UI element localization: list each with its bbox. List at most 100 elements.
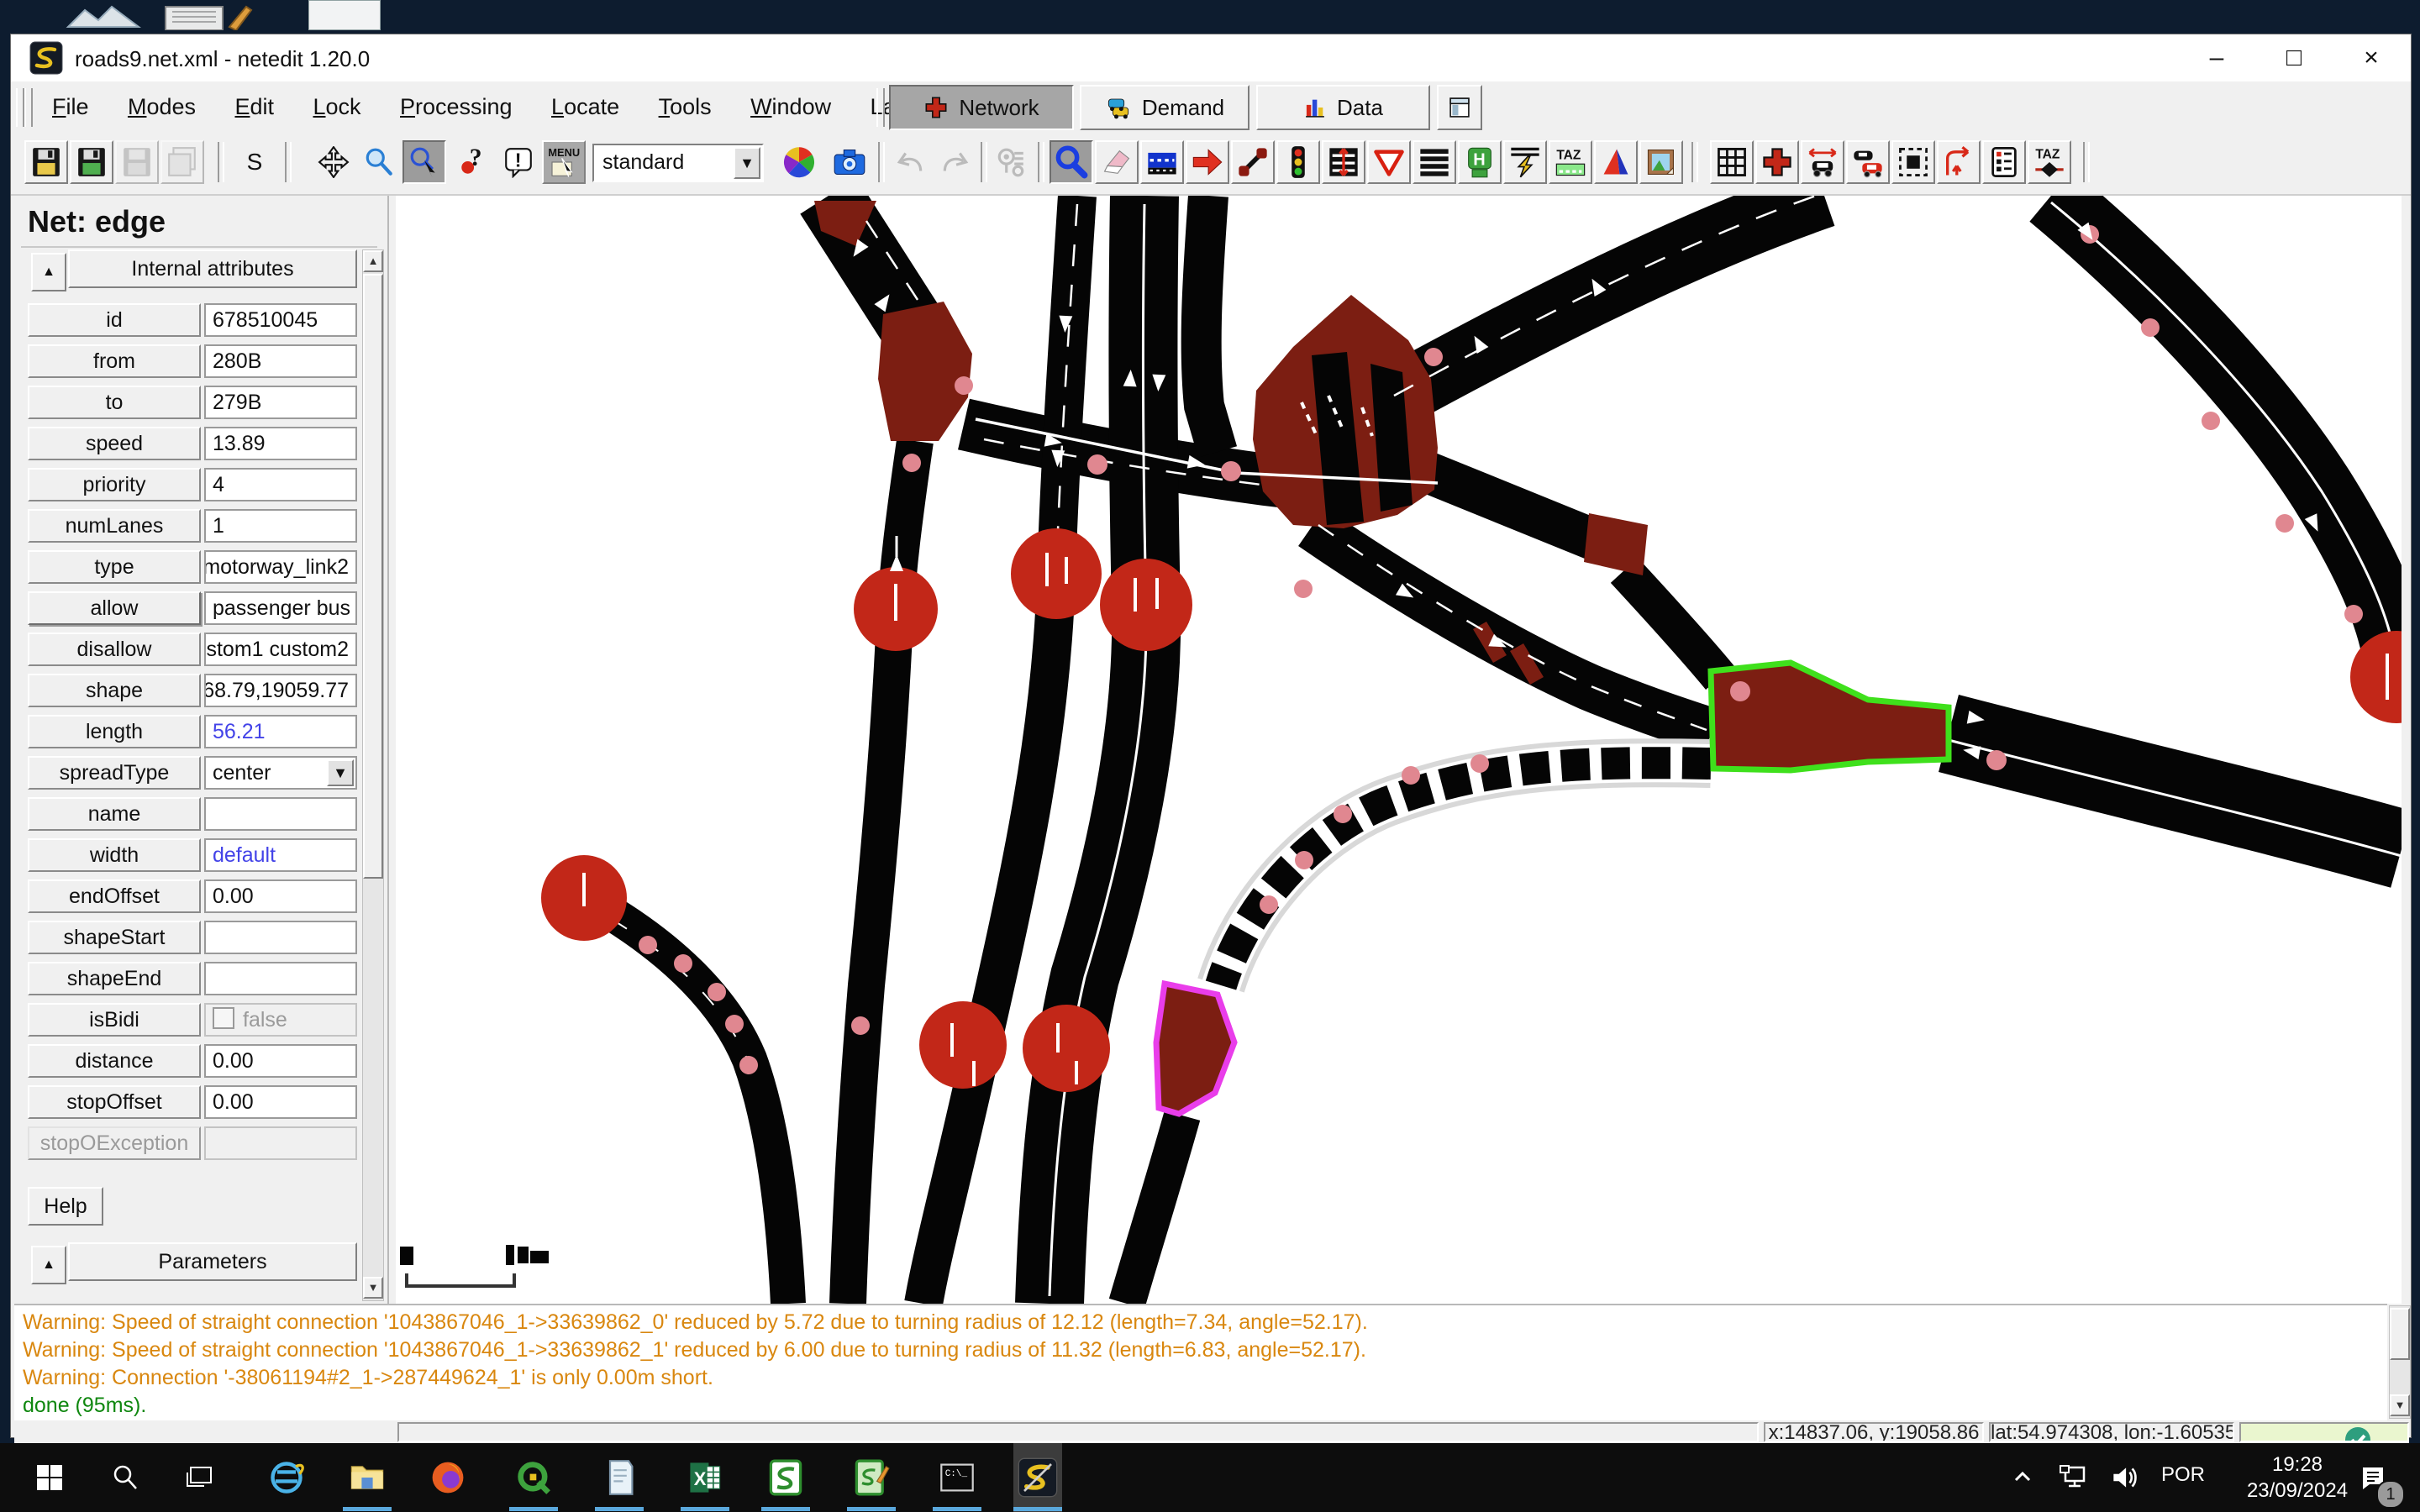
attr-field-shapeStart[interactable] — [204, 921, 357, 954]
color-wheel-button[interactable] — [777, 140, 821, 184]
menu-processing[interactable]: Processing — [382, 81, 530, 132]
notification-center-button[interactable]: 1 — [2349, 1453, 2396, 1502]
collapse-parameters-button[interactable]: ▲ — [31, 1246, 66, 1284]
save-additionals-button[interactable] — [115, 140, 159, 184]
tray-language[interactable]: POR — [2161, 1463, 2205, 1487]
delete-mode-button[interactable] — [1095, 140, 1139, 184]
road-edge[interactable] — [1127, 1116, 1182, 1304]
task-view-button[interactable] — [176, 1453, 225, 1502]
attr-field-shapeEnd[interactable] — [204, 962, 357, 995]
marked-junction[interactable] — [1156, 984, 1234, 1114]
scroll-down-icon[interactable]: ▼ — [2390, 1394, 2410, 1416]
move-view-button[interactable] — [312, 140, 355, 184]
vehicle-spread-button[interactable] — [1801, 140, 1844, 184]
attr-button-allow[interactable]: allow — [28, 591, 201, 625]
attr-field-numLanes[interactable]: 1 — [204, 509, 357, 543]
shape-mode-button[interactable] — [1594, 140, 1638, 184]
menu-tools[interactable]: Tools — [641, 81, 729, 132]
scroll-up-icon[interactable]: ▲ — [363, 250, 383, 272]
tray-clock[interactable]: 19:28 23/09/2024 — [2230, 1452, 2365, 1504]
road-edge[interactable] — [1429, 473, 1599, 542]
road-edge[interactable] — [1624, 570, 1720, 678]
road-edge[interactable] — [1394, 196, 1824, 397]
tab-demand[interactable]: Demand — [1080, 85, 1249, 130]
menu-toggle-button[interactable]: MENU — [542, 140, 586, 184]
scrollbar-thumb[interactable] — [2390, 1308, 2410, 1360]
save-plus-button[interactable] — [70, 140, 113, 184]
toolbar-grip[interactable] — [24, 88, 33, 127]
message-window-button[interactable]: ! — [497, 140, 540, 184]
attr-field-speed[interactable]: 13.89 — [204, 427, 357, 460]
road-edge-dashed[interactable] — [1221, 763, 1711, 985]
taskbar-notepad[interactable] — [595, 1453, 644, 1502]
attr-field-width[interactable]: default — [204, 838, 357, 872]
section-parameters[interactable]: Parameters — [68, 1242, 357, 1281]
tab-network[interactable]: Network — [889, 85, 1074, 130]
menu-edit[interactable]: Edit — [217, 81, 292, 132]
network-canvas[interactable] — [396, 196, 2402, 1304]
panel-scrollbar[interactable]: ▲ ▼ — [362, 249, 384, 1301]
road-edge[interactable] — [1202, 196, 1218, 452]
taz-mode-button[interactable]: TAZ — [1549, 140, 1592, 184]
road-edge[interactable] — [1949, 733, 2402, 849]
crossing-mode-button[interactable] — [1322, 140, 1365, 184]
selected-junction[interactable] — [1711, 663, 1949, 770]
attr-field-name[interactable] — [204, 797, 357, 831]
attr-field-stopOException[interactable] — [204, 1126, 357, 1160]
screenshot-button[interactable] — [828, 140, 871, 184]
additional-mode-button[interactable] — [1413, 140, 1456, 184]
taskbar-qgis[interactable] — [509, 1453, 558, 1502]
taskbar-sumo-editor[interactable] — [847, 1453, 896, 1502]
redo-button[interactable] — [934, 140, 977, 184]
message-scrollbar[interactable]: ▼ — [2389, 1305, 2411, 1419]
help-pointer-button[interactable]: ? — [451, 140, 495, 184]
save-network-button[interactable] — [24, 140, 68, 184]
taskbar-search-button[interactable] — [101, 1453, 150, 1502]
taskbar-firefox[interactable] — [424, 1453, 472, 1502]
taskbar-excel[interactable]: X — [681, 1453, 729, 1502]
show-connections-button[interactable] — [1937, 140, 1981, 184]
menu-file[interactable]: File — [34, 81, 107, 132]
attr-field-allow[interactable]: passenger bus — [204, 591, 357, 625]
toolbar-grip[interactable] — [876, 88, 885, 127]
desktop-icon-notepad[interactable] — [162, 3, 255, 30]
charging-mode-button[interactable] — [1503, 140, 1547, 184]
junction-shape-button[interactable] — [1755, 140, 1799, 184]
zoom-button[interactable] — [357, 140, 401, 184]
legend-button[interactable] — [1982, 140, 2026, 184]
maximize-button[interactable]: □ — [2261, 38, 2327, 78]
attr-field-endOffset[interactable]: 0.00 — [204, 879, 357, 913]
move-mode-button[interactable] — [1186, 140, 1229, 184]
collapse-internal-attributes-button[interactable]: ▲ — [31, 253, 66, 291]
attr-field-distance[interactable]: 0.00 — [204, 1044, 357, 1078]
checkbox-icon[interactable] — [213, 1007, 234, 1029]
connection-mode-button[interactable] — [1231, 140, 1275, 184]
attr-field-from[interactable]: 280B — [204, 344, 357, 378]
menu-modes[interactable]: Modes — [110, 81, 213, 132]
color-scheme-combo[interactable]: standard ▼ — [592, 144, 764, 182]
menu-locate[interactable]: Locate — [534, 81, 637, 132]
tab-data[interactable]: Data — [1256, 85, 1430, 130]
grid-toggle-button[interactable] — [1710, 140, 1754, 184]
bus-stop-mode-button[interactable]: H — [1458, 140, 1502, 184]
desktop-icon-image[interactable] — [61, 3, 145, 30]
taz-relation-button[interactable]: TAZ — [2028, 140, 2071, 184]
road-edge[interactable] — [2051, 196, 2398, 675]
vehicles-overlap-button[interactable] — [1846, 140, 1890, 184]
traffic-light-mode-button[interactable] — [1276, 140, 1320, 184]
simulation-button[interactable]: S — [236, 140, 273, 184]
attr-check-isBidi[interactable]: false — [204, 1003, 357, 1037]
taskbar-explorer[interactable] — [343, 1453, 392, 1502]
attr-field-shape[interactable]: 768.79,19059.77 — [204, 674, 357, 707]
menu-lock[interactable]: Lock — [295, 81, 378, 132]
start-button[interactable] — [25, 1453, 74, 1502]
select-area-button[interactable] — [1891, 140, 1935, 184]
desktop-icon-window[interactable] — [308, 0, 381, 30]
attr-field-priority[interactable]: 4 — [204, 468, 357, 501]
tray-network-button[interactable] — [2052, 1453, 2096, 1502]
help-button[interactable]: Help — [28, 1187, 103, 1226]
prohibition-mode-button[interactable] — [1367, 140, 1411, 184]
select-mode-button[interactable] — [1140, 140, 1184, 184]
minimize-button[interactable]: – — [2184, 38, 2249, 78]
close-button[interactable]: × — [2338, 38, 2404, 78]
